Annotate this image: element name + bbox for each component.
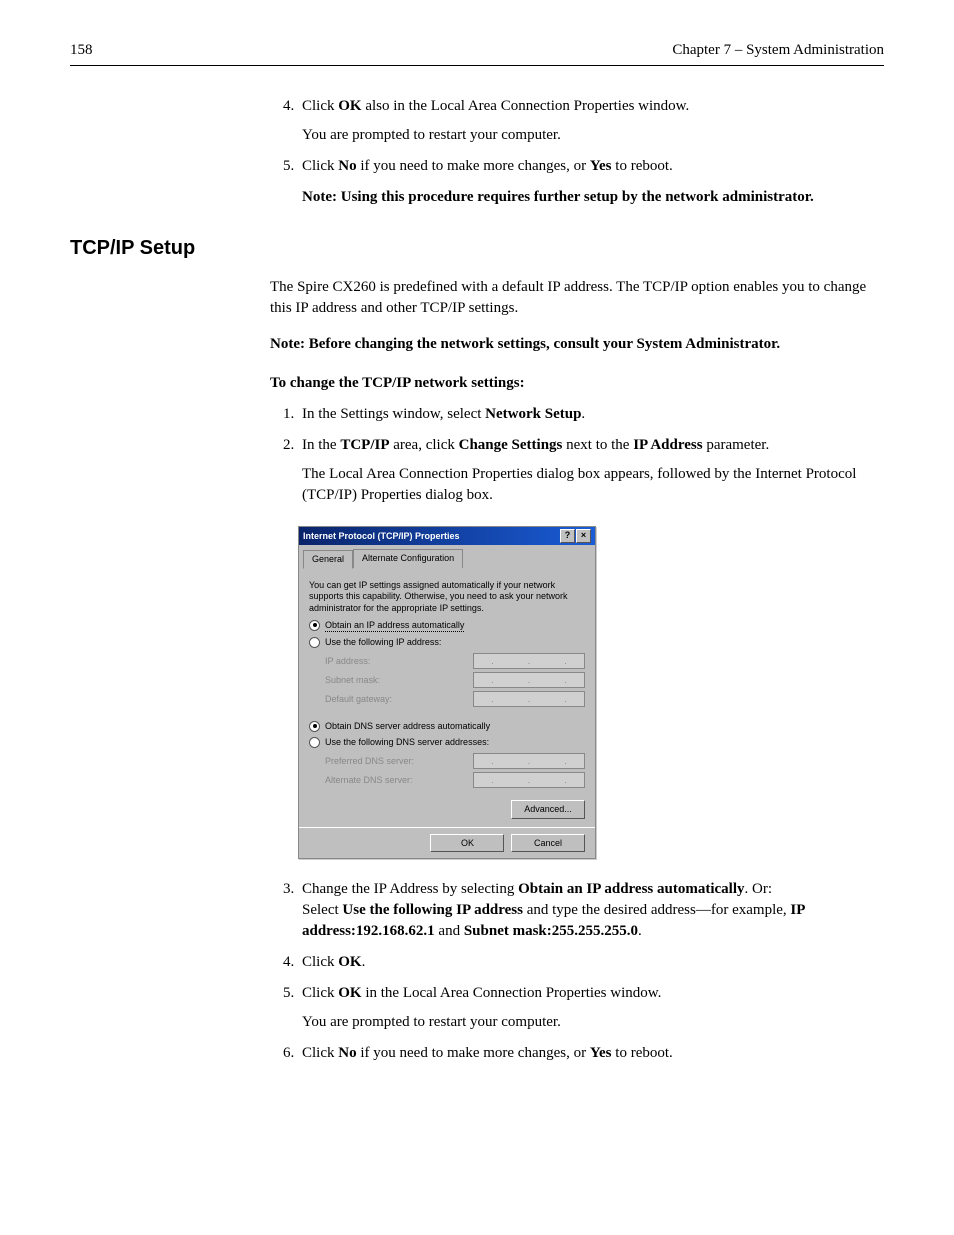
proc-step-2: In the TCP/IP area, click Change Setting… <box>298 435 884 506</box>
step-4-sub: You are prompted to restart your compute… <box>302 125 884 146</box>
proc-step-2-sub: The Local Area Connection Properties dia… <box>302 464 884 506</box>
radio-icon <box>309 637 320 648</box>
field-subnet: Subnet mask: ... <box>325 672 585 688</box>
page-number: 158 <box>70 40 93 61</box>
ok-button[interactable]: OK <box>430 834 504 853</box>
close-icon[interactable]: × <box>576 529 591 543</box>
page-header: 158 Chapter 7 – System Administration <box>70 40 884 66</box>
field-gateway: Default gateway: ... <box>325 691 585 707</box>
subnet-mask-input[interactable]: ... <box>473 672 585 688</box>
proc-step-3: Change the IP Address by selecting Obtai… <box>298 879 884 942</box>
chapter-title: Chapter 7 – System Administration <box>672 40 884 61</box>
field-preferred-dns: Preferred DNS server: ... <box>325 753 585 769</box>
cancel-button[interactable]: Cancel <box>511 834 585 853</box>
section-intro: The Spire CX260 is predefined with a def… <box>270 277 884 319</box>
dialog-title: Internet Protocol (TCP/IP) Properties <box>303 530 460 543</box>
radio-icon <box>309 721 320 732</box>
tab-general[interactable]: General <box>303 550 353 569</box>
preferred-dns-input[interactable]: ... <box>473 753 585 769</box>
alternate-dns-input[interactable]: ... <box>473 772 585 788</box>
gateway-input[interactable]: ... <box>473 691 585 707</box>
ip-address-input[interactable]: ... <box>473 653 585 669</box>
field-alternate-dns: Alternate DNS server: ... <box>325 772 585 788</box>
section-note: Note: Before changing the network settin… <box>270 334 884 355</box>
step-5-note: Note: Using this procedure requires furt… <box>302 187 884 208</box>
radio-icon <box>309 737 320 748</box>
radio-obtain-dns[interactable]: Obtain DNS server address automatically <box>309 720 585 733</box>
dialog-titlebar: Internet Protocol (TCP/IP) Properties ?× <box>299 527 595 545</box>
radio-obtain-ip[interactable]: Obtain an IP address automatically <box>309 619 585 633</box>
field-ip-address: IP address: ... <box>325 653 585 669</box>
radio-use-ip[interactable]: Use the following IP address: <box>309 636 585 649</box>
section-heading: TCP/IP Setup <box>70 234 884 262</box>
proc-step-6: Click No if you need to make more change… <box>298 1043 884 1064</box>
dialog-screenshot: Internet Protocol (TCP/IP) Properties ?×… <box>298 526 884 859</box>
proc-step-1: In the Settings window, select Network S… <box>298 404 884 425</box>
help-icon[interactable]: ? <box>560 529 575 543</box>
proc-step-5: Click OK in the Local Area Connection Pr… <box>298 983 884 1033</box>
proc-step-5-sub: You are prompted to restart your compute… <box>302 1012 884 1033</box>
advanced-button[interactable]: Advanced... <box>511 800 585 819</box>
radio-icon <box>309 620 320 631</box>
radio-use-dns[interactable]: Use the following DNS server addresses: <box>309 736 585 749</box>
step-4: Click OK also in the Local Area Connecti… <box>298 96 884 146</box>
procedure-heading: To change the TCP/IP network settings: <box>270 373 884 394</box>
tab-alternate[interactable]: Alternate Configuration <box>353 549 463 568</box>
proc-step-4: Click OK. <box>298 952 884 973</box>
step-5: Click No if you need to make more change… <box>298 156 884 208</box>
dialog-description: You can get IP settings assigned automat… <box>309 580 585 615</box>
